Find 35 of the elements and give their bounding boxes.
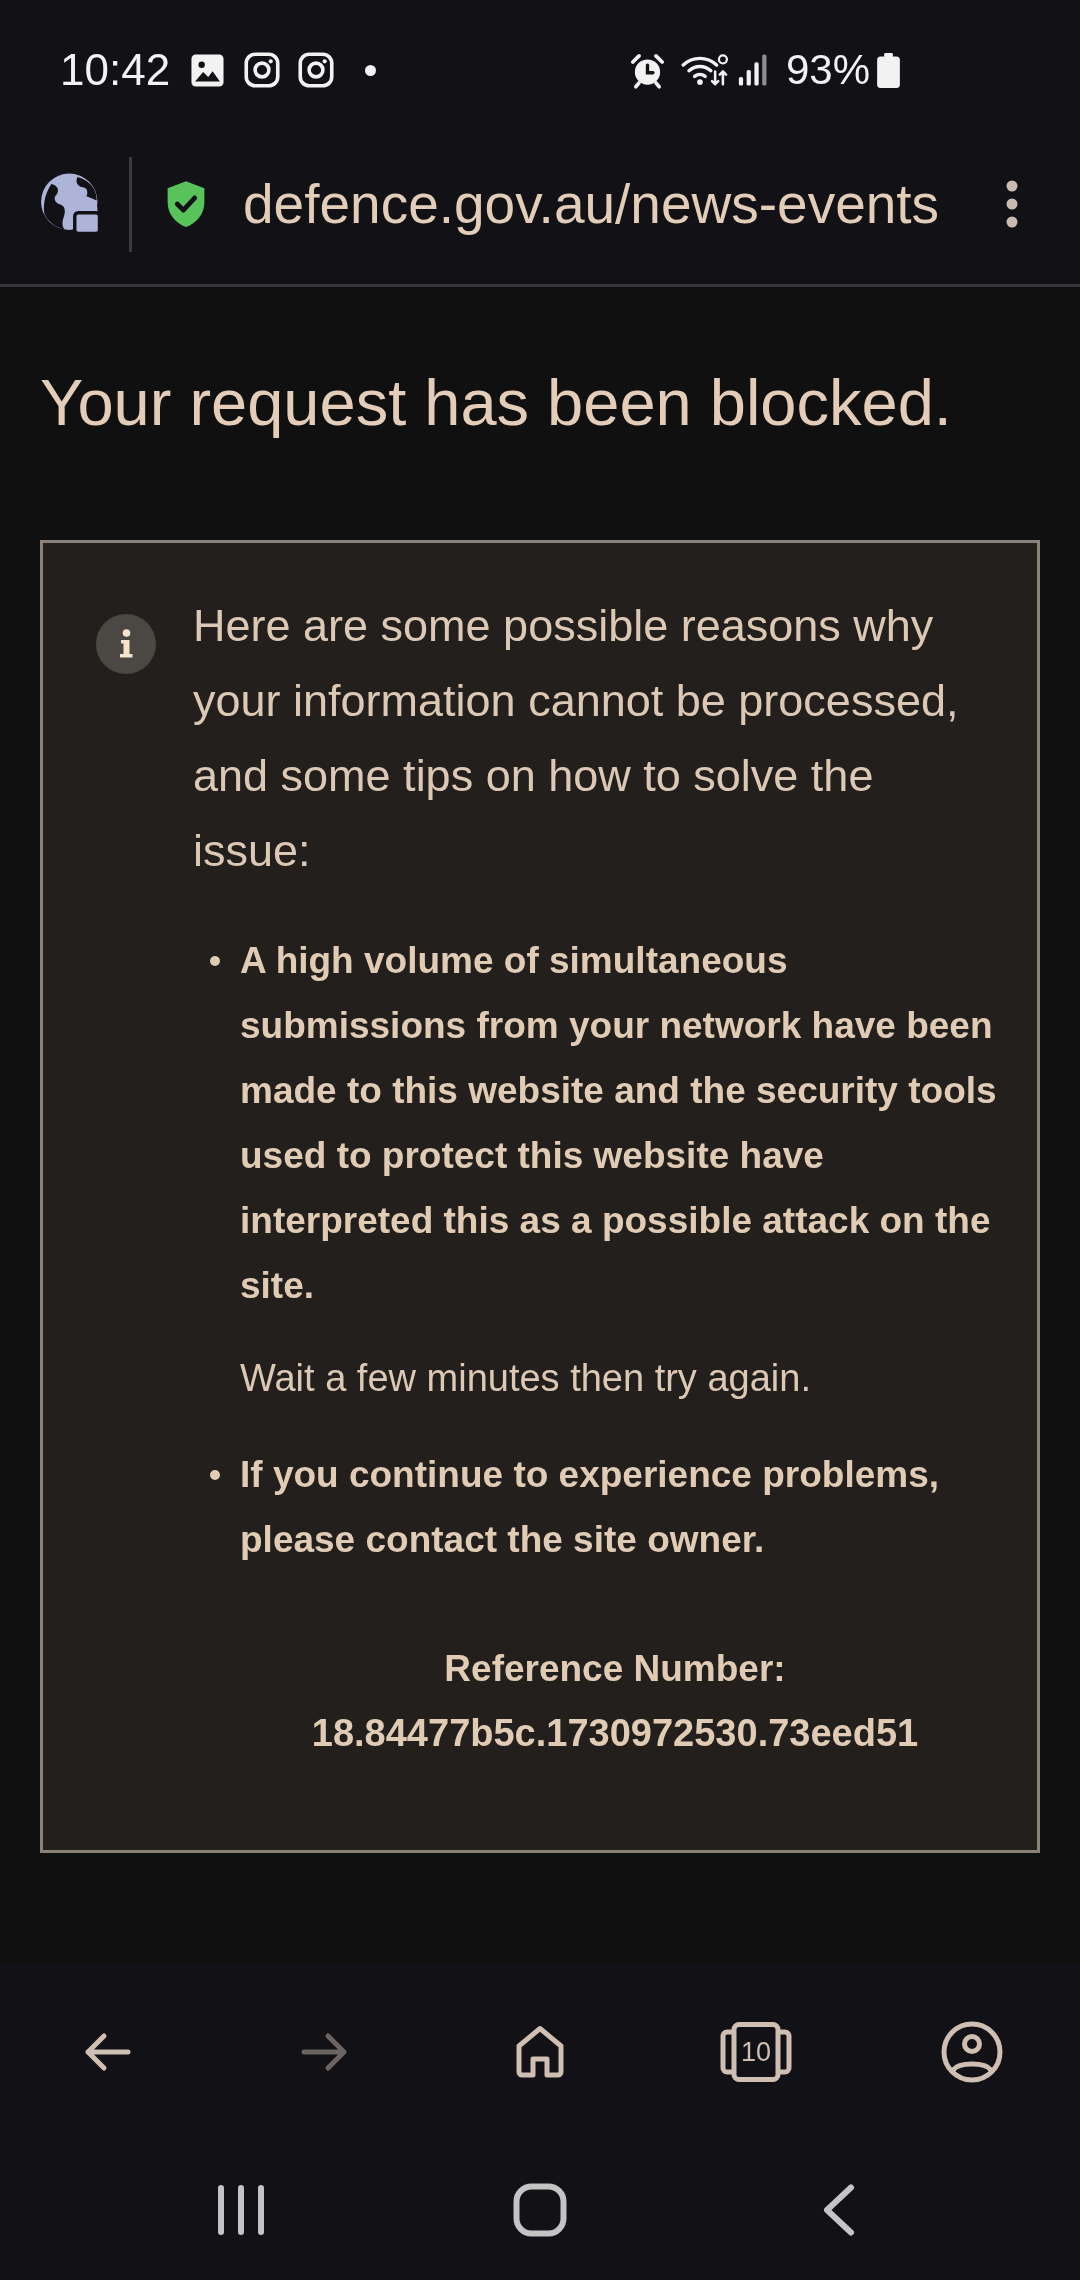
notice-intro: Here are some possible reasons why your information cannot be processed, and some tips on how to solve the issue: (193, 599, 960, 878)
reference-label: Reference Number: (443, 1647, 787, 1691)
menu-icon (1006, 180, 1018, 228)
clock-time: 10:42 (60, 48, 171, 92)
wifi-icon (680, 53, 728, 87)
alarm-clock-icon (628, 51, 666, 89)
signal-bars-icon (736, 53, 769, 87)
shield-check-icon (165, 179, 207, 229)
battery-icon (876, 52, 901, 88)
info-icon (96, 614, 156, 674)
profile-button[interactable] (941, 2021, 1003, 2083)
address-field[interactable]: defence.gov.au/news-events (243, 172, 1006, 236)
reason-text: If you continue to experience problems, please contact the site owner. (240, 1453, 941, 1562)
reason-text: A high volume of simultaneous submissions from your network have been made to this website and the security tools used to protect this website have interpreted this as a possible attack on the site. (240, 939, 998, 1308)
home-icon (515, 2025, 565, 2079)
profile-icon (941, 2021, 1003, 2083)
recents-button[interactable] (217, 2185, 266, 2235)
back-button[interactable] (822, 2184, 855, 2236)
bullet-icon (210, 1470, 220, 1480)
tabs-button[interactable]: 10 (720, 2022, 792, 2082)
back-chevron-icon (822, 2184, 855, 2236)
image-icon (190, 52, 226, 88)
camera-outline-icon (298, 52, 335, 88)
camera-outline-icon (244, 52, 281, 88)
menu-button[interactable] (1006, 180, 1018, 228)
reference-number: 18.84477b5c.1730972530.73eed51 (310, 1711, 920, 1756)
bullet-icon (210, 956, 220, 966)
home-button[interactable] (513, 2183, 567, 2237)
tabs-icon (720, 2022, 792, 2082)
home-outline-icon (513, 2183, 567, 2237)
recents-icon (217, 2185, 266, 2235)
battery-percent: 93% (785, 49, 870, 91)
home-button[interactable] (515, 2025, 565, 2079)
tip-text: Wait a few minutes then try again. (240, 1356, 812, 1401)
page-title: Your request has been blocked. (40, 366, 953, 440)
